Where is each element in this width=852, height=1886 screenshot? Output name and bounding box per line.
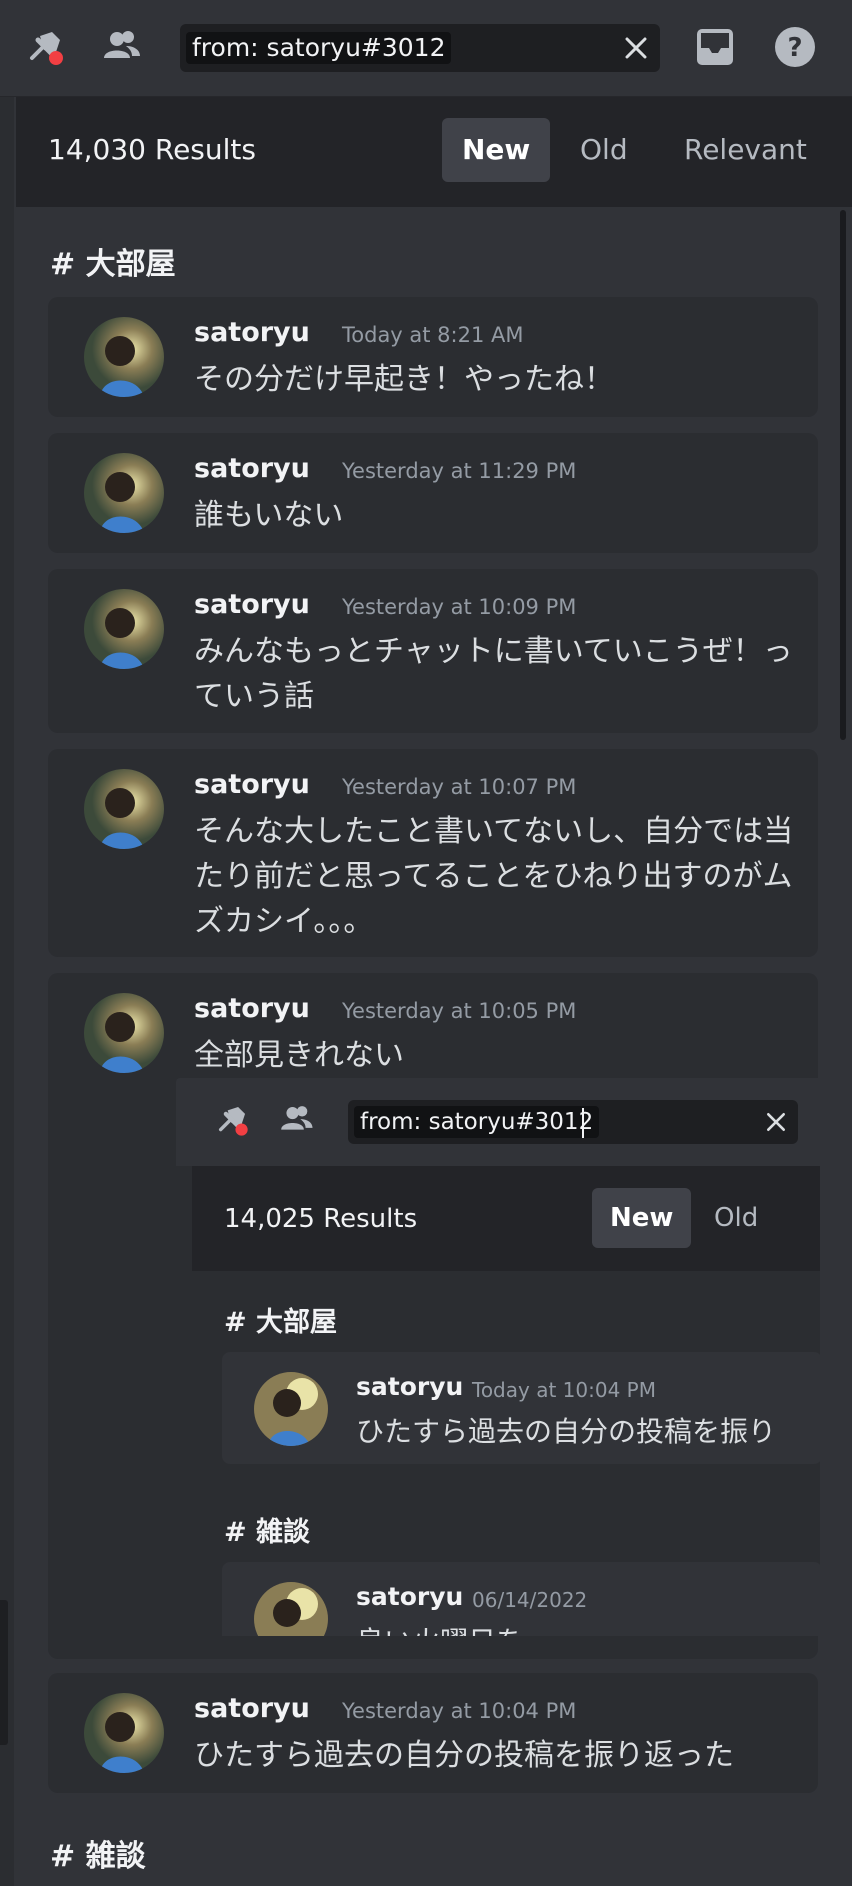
message-content: その分だけ早起き！やったね！: [194, 362, 614, 397]
search-filter-token[interactable]: from: satoryu#3012: [186, 32, 452, 64]
text-caret: [582, 1108, 584, 1138]
message-author: satoryu: [356, 1582, 464, 1611]
avatar: [254, 1582, 328, 1636]
help-icon[interactable]: ?: [772, 24, 818, 70]
members-icon[interactable]: [98, 24, 144, 70]
message-author: satoryu: [356, 1372, 464, 1401]
results-scrollbar[interactable]: [840, 210, 846, 740]
message-content: 全部見きれない: [194, 1038, 404, 1073]
avatar[interactable]: [84, 993, 164, 1073]
message-content: ひたすら過去の自分の投稿を振り: [356, 1415, 777, 1448]
message-timestamp: Today at 10:04 PM: [472, 1378, 656, 1402]
message-result[interactable]: satoryu Yesterday at 10:07 PM そんな大したこと書い…: [48, 749, 818, 957]
avatar[interactable]: [84, 769, 164, 849]
message-timestamp: 06/14/2022: [472, 1588, 588, 1612]
results-count: 14,030 Results: [48, 133, 256, 166]
message-author[interactable]: satoryu: [194, 769, 310, 800]
message-author[interactable]: satoryu: [194, 993, 310, 1024]
message-result[interactable]: satoryu Today at 8:21 AM その分だけ早起き！やったね！: [48, 297, 818, 417]
channel-heading[interactable]: # 大部屋: [50, 239, 176, 283]
embed-message-result: satoryu Today at 10:04 PM ひたすら過去の自分の投稿を振…: [222, 1352, 820, 1464]
avatar: [254, 1372, 328, 1446]
avatar[interactable]: [84, 589, 164, 669]
message-author[interactable]: satoryu: [194, 317, 310, 348]
results-header: 14,030 Results New Old Relevant: [16, 97, 852, 207]
message-timestamp: Yesterday at 11:29 PM: [342, 459, 577, 483]
attached-screenshot[interactable]: from: satoryu#3012 14,025 Results New Ol…: [176, 1078, 820, 1636]
message-content: みんなもっとチャットに書いていこうぜ！っていう話: [194, 634, 793, 714]
embed-results-count: 14,025 Results: [224, 1204, 418, 1234]
embed-search-input: from: satoryu#3012: [348, 1100, 798, 1144]
message-content: 誰もいない: [194, 498, 344, 533]
embed-channel-heading: # 雑談: [224, 1517, 311, 1548]
message-timestamp: Today at 8:21 AM: [342, 323, 524, 347]
message-timestamp: Yesterday at 10:04 PM: [342, 1699, 577, 1723]
message-content: 良い火曜日を: [356, 1620, 524, 1636]
message-content: ひたすら過去の自分の投稿を振り返った: [194, 1738, 734, 1773]
pin-icon: [212, 1100, 252, 1144]
sort-tab-relevant[interactable]: Relevant: [664, 118, 827, 182]
avatar[interactable]: [84, 317, 164, 397]
left-scroll-thumb: [0, 1600, 8, 1745]
sort-tab-old[interactable]: Old: [560, 118, 648, 182]
embed-sort-tab-new: New: [592, 1188, 692, 1248]
message-author[interactable]: satoryu: [194, 453, 310, 484]
embed-sort-tab-old: Old: [714, 1203, 759, 1233]
message-result[interactable]: satoryu Yesterday at 10:04 PM ひたすら過去の自分の…: [48, 1673, 818, 1793]
sort-tab-new[interactable]: New: [442, 118, 551, 182]
members-icon: [276, 1100, 316, 1144]
inbox-icon[interactable]: [692, 24, 738, 70]
search-toolbar: from: satoryu#3012 ?: [0, 0, 852, 97]
avatar[interactable]: [84, 453, 164, 533]
embed-search-token: from: satoryu#3012: [354, 1106, 600, 1138]
close-icon[interactable]: [622, 34, 650, 62]
message-content: そんな大したこと書いてないし、自分では当たり前だと思ってることをひねり出すのがム…: [194, 814, 794, 939]
close-icon: [764, 1110, 788, 1138]
search-input[interactable]: from: satoryu#3012: [180, 24, 660, 72]
svg-text:?: ?: [787, 33, 802, 63]
channel-heading[interactable]: # 雑談: [50, 1831, 146, 1875]
message-result[interactable]: satoryu Yesterday at 11:29 PM 誰もいない: [48, 433, 818, 553]
message-timestamp: Yesterday at 10:09 PM: [342, 595, 577, 619]
embed-results-header: 14,025 Results New Old: [192, 1166, 820, 1271]
message-timestamp: Yesterday at 10:07 PM: [342, 775, 577, 799]
embed-toolbar: from: satoryu#3012: [176, 1078, 820, 1166]
avatar[interactable]: [84, 1693, 164, 1773]
embed-message-result: satoryu 06/14/2022 良い火曜日を: [222, 1562, 820, 1636]
pin-icon[interactable]: [22, 24, 68, 70]
message-author[interactable]: satoryu: [194, 1693, 310, 1724]
message-author[interactable]: satoryu: [194, 589, 310, 620]
embed-channel-heading: # 大部屋: [224, 1307, 338, 1338]
message-result[interactable]: satoryu Yesterday at 10:09 PM みんなもっとチャット…: [48, 569, 818, 733]
message-timestamp: Yesterday at 10:05 PM: [342, 999, 577, 1023]
